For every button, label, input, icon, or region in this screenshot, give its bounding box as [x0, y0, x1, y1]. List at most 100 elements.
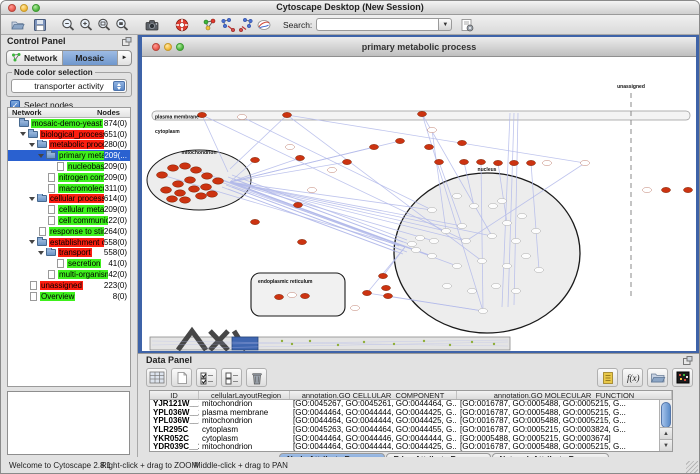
network-node[interactable]	[458, 140, 467, 145]
network-node[interactable]	[288, 292, 297, 297]
table-cell[interactable]: [GO:0045263, GO:0044464, GO:0044455, G..…	[290, 426, 457, 435]
network-node[interactable]	[412, 247, 421, 252]
network-frame-titlebar[interactable]: primary metabolic process	[142, 37, 696, 57]
network-node[interactable]	[294, 202, 303, 207]
network-node[interactable]	[298, 239, 307, 244]
network-node[interactable]	[453, 263, 462, 268]
tree-item[interactable]: unassigned223(0)	[8, 280, 130, 291]
tree-item[interactable]: Overview8(0)	[8, 291, 130, 302]
import-attributes-icon[interactable]	[597, 368, 618, 387]
network-node[interactable]	[251, 157, 260, 162]
network-node[interactable]	[379, 273, 388, 278]
tree-item[interactable]: biological_process651(0)	[8, 129, 130, 140]
table-cell[interactable]: YLR295C	[150, 426, 199, 435]
network-node[interactable]	[512, 238, 521, 243]
column-header[interactable]: ID	[150, 391, 199, 399]
table-cell[interactable]: [GO:0016787, GO:0005215, GO:0003824, G..…	[457, 426, 672, 435]
network-node[interactable]	[532, 228, 541, 233]
table-cell[interactable]: [GO:0045267, GO:0045261, GO:0044464, G..…	[290, 400, 457, 409]
network-node[interactable]	[643, 187, 652, 192]
snapshot-camera-icon[interactable]	[143, 16, 161, 34]
network-node[interactable]	[180, 197, 191, 203]
tree-item[interactable]: macromolecule311(0)	[8, 183, 130, 194]
network-node[interactable]	[384, 293, 393, 298]
table-cell[interactable]: YKR052C	[150, 435, 199, 444]
network-node[interactable]	[503, 220, 512, 225]
unselect-all-attributes-icon[interactable]	[221, 368, 242, 387]
table-row[interactable]: YJR121W__1mitochondrion[GO:0045267, GO:0…	[150, 400, 672, 409]
scroll-up-icon[interactable]: ▲	[660, 427, 672, 439]
network-node[interactable]	[185, 177, 196, 183]
scrollbar-thumb[interactable]	[661, 402, 671, 428]
network-node[interactable]	[527, 160, 536, 165]
table-scrollbar[interactable]: ▲ ▼	[659, 400, 672, 451]
table-cell[interactable]: YJR121W__1	[150, 400, 199, 409]
open-folder-icon[interactable]	[9, 16, 27, 34]
expand-triangle-icon[interactable]	[20, 132, 26, 136]
collapse-network-icon[interactable]	[237, 16, 255, 34]
tree-item[interactable]: metabolic process280(0)	[8, 140, 130, 151]
network-node[interactable]	[328, 167, 337, 172]
network-node[interactable]	[458, 223, 467, 228]
network-node[interactable]	[296, 155, 305, 160]
network-node[interactable]	[494, 160, 503, 165]
tree-item[interactable]: cellular metabo209(0)	[8, 204, 130, 215]
table-cell[interactable]: mitochondrion	[199, 417, 290, 426]
tree-header[interactable]: Network Nodes	[8, 108, 130, 118]
frame-close-button[interactable]	[152, 43, 160, 51]
network-node[interactable]	[462, 238, 471, 243]
table-cell[interactable]: plasma membrane	[199, 409, 290, 418]
network-node[interactable]	[351, 305, 360, 310]
zoom-out-icon[interactable]	[59, 16, 77, 34]
network-edge[interactable]	[234, 179, 409, 244]
network-node[interactable]	[488, 233, 497, 238]
network-node[interactable]	[428, 207, 437, 212]
column-header[interactable]: annotation.GO MOLECULAR_FUNCTION	[457, 391, 672, 399]
network-node[interactable]	[535, 267, 544, 272]
vizmapper-icon[interactable]	[255, 16, 273, 34]
network-canvas[interactable]: plasma membranecytoplasmmitochondrionnuc…	[142, 57, 696, 351]
column-header[interactable]: _cellularLayoutRegion	[199, 391, 290, 399]
filter-apply-icon[interactable]	[458, 16, 476, 34]
network-node[interactable]	[286, 144, 295, 149]
float-panel-icon[interactable]	[122, 37, 132, 50]
network-node[interactable]	[478, 258, 487, 263]
network-node[interactable]	[489, 203, 498, 208]
tree-item[interactable]: multi-organism pro42(0)	[8, 269, 130, 280]
network-node[interactable]	[207, 191, 218, 197]
column-header[interactable]: annotation.GO CELLULAR_COMPONENT	[290, 391, 457, 399]
save-icon[interactable]	[31, 16, 49, 34]
table-cell[interactable]: cytoplasm	[199, 426, 290, 435]
network-node[interactable]	[468, 288, 477, 293]
network-node[interactable]	[503, 263, 512, 268]
network-node[interactable]	[167, 196, 178, 202]
expand-triangle-icon[interactable]	[29, 197, 35, 201]
network-node[interactable]	[460, 159, 469, 164]
table-cell[interactable]: [GO:0005488, GO:0005215, GO:0003674]	[457, 435, 672, 444]
network-edge[interactable]	[226, 185, 401, 250]
network-node[interactable]	[428, 127, 437, 132]
tree-item[interactable]: response to stimulu264(0)	[8, 226, 130, 237]
zoom-fit-network-icon[interactable]	[113, 16, 131, 34]
tree-item[interactable]: transport558(0)	[8, 248, 130, 259]
network-node[interactable]	[238, 114, 247, 119]
network-node[interactable]	[416, 235, 425, 240]
network-node[interactable]	[428, 253, 437, 258]
network-node[interactable]	[418, 111, 427, 116]
tree-item[interactable]: establishment of lo558(0)	[8, 237, 130, 248]
table-cell[interactable]: [GO:0016787, GO:0005488, GO:0005215, G..…	[457, 400, 672, 409]
network-node[interactable]	[522, 253, 531, 258]
attribute-table-header[interactable]: ID_cellularLayoutRegionannotation.GO CEL…	[150, 391, 672, 400]
network-node[interactable]	[498, 198, 507, 203]
network-node[interactable]	[173, 181, 184, 187]
network-node[interactable]	[425, 144, 434, 149]
network-node[interactable]	[396, 138, 405, 143]
network-node[interactable]	[518, 213, 527, 218]
table-cell[interactable]: YDR039C__1	[150, 443, 199, 452]
table-cell[interactable]: [GO:0044464, GO:0044444, GO:0044425, G..…	[290, 409, 457, 418]
table-cell[interactable]: [GO:0044464, GO:0044446, GO:0044444, G..…	[290, 435, 457, 444]
table-cell[interactable]: mitochondrion	[199, 400, 290, 409]
birdseye-view[interactable]	[7, 391, 130, 455]
expand-triangle-icon[interactable]	[29, 143, 35, 147]
network-node[interactable]	[168, 165, 179, 171]
